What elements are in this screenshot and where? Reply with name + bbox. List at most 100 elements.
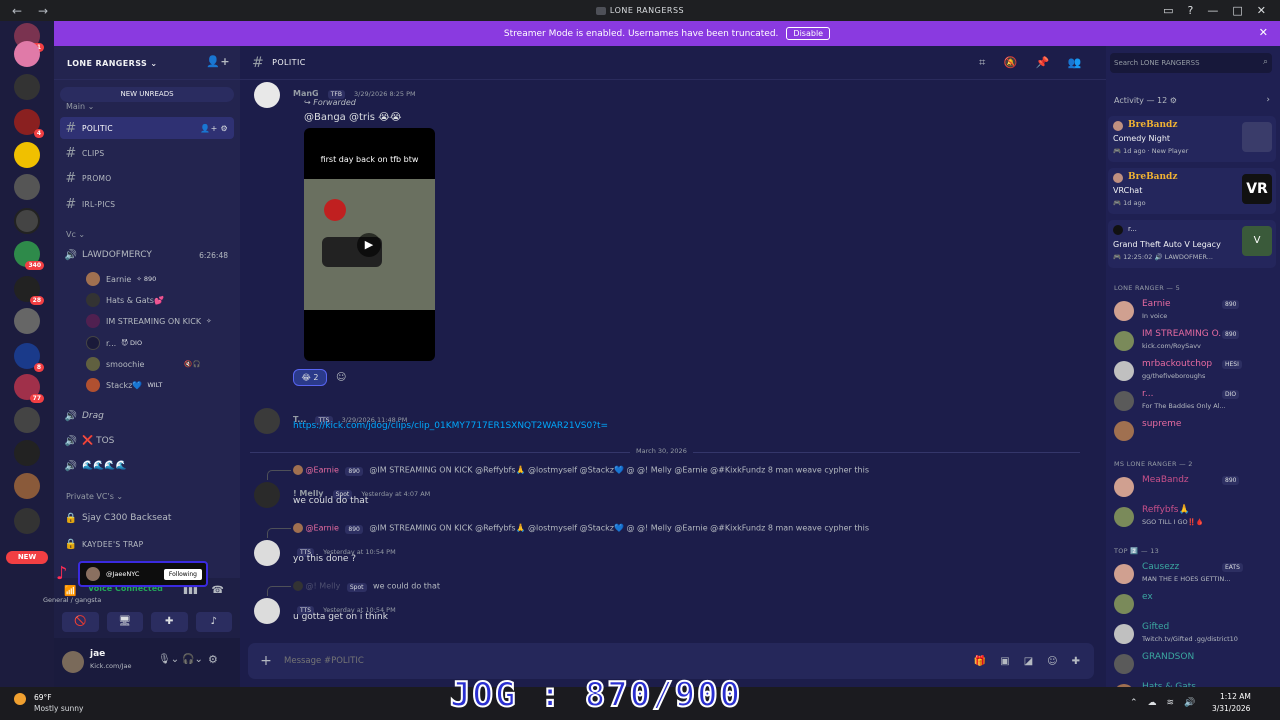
activities-icon[interactable]: ✚ [151,612,188,632]
threads-icon[interactable]: ⌗ [979,56,986,70]
channel-clips[interactable]: # CLIPS [60,142,234,164]
clock-time[interactable]: 1:12 AM [1220,692,1251,701]
disconnect-icon[interactable]: ☎ [212,585,224,596]
new-unreads-pill[interactable]: NEW [6,551,48,564]
member-row[interactable]: Causezz EATS MAN THE E HOES GETTIN... [1114,559,1278,589]
volume-icon[interactable]: 🔊 [1184,698,1195,708]
avatar[interactable] [254,598,280,624]
gift-icon[interactable]: 🎁 [974,656,986,667]
server-icon[interactable] [14,440,40,466]
reaction[interactable]: 😂 2 [293,369,327,386]
avatar[interactable] [254,408,280,434]
voice-user[interactable]: Stackz💙 WILT [86,376,162,394]
screen-share-icon[interactable]: 🖥 [106,612,143,632]
activity-card[interactable]: BreBandz VRChat 🎮 1d ago VR [1108,168,1276,214]
server-name[interactable]: LONE RANGERSS ⌄ [67,59,157,68]
maximize-icon[interactable]: □ [1232,4,1242,17]
search-input[interactable]: Search LONE RANGERSS ⌕ [1110,53,1272,73]
add-member-icon[interactable]: 👤+ [206,55,230,68]
play-icon[interactable]: ▶ [357,233,381,257]
private-channel[interactable]: 🔒 KAYDEE'S TRAP [60,534,234,554]
activity-card[interactable]: BreBandz Comedy Night 🎮 1d ago · New Pla… [1108,116,1276,162]
voice-user[interactable]: Earnie ✧ 890 [86,270,156,288]
member-row[interactable]: ex [1114,589,1278,619]
member-row[interactable]: mrbackoutchop HESI gg/thefiveboroughs [1114,356,1278,386]
headphones-icon[interactable]: 🎧⌄ [182,654,203,665]
new-unreads-bar[interactable]: NEW UNREADS [60,87,234,102]
server-icon[interactable]: 28 [14,276,44,305]
avatar[interactable] [254,540,280,566]
channel-promo[interactable]: # PROMO [60,167,234,189]
apps-icon[interactable]: ✚ [1072,656,1080,667]
member-row[interactable]: MeaBandz 890 [1114,472,1278,502]
member-row[interactable]: supreme [1114,416,1278,446]
voice-channel-lawdofmercy[interactable]: 🔊 LAWDOFMERCY 6:26:48 [60,245,234,265]
server-icon[interactable] [14,142,40,168]
reply-preview[interactable]: @Earnie 890 @IM STREAMING ON KICK @Reffy… [293,465,869,476]
voice-user[interactable]: IM STREAMING ON KICK ✧ [86,312,212,330]
close-icon[interactable]: ✕ [1259,26,1268,39]
voice-channel-waves[interactable]: 🔊 🌊🌊🌊🌊 [60,456,234,476]
channel-irl-pics[interactable]: # IRL-PICS [60,193,234,215]
server-icon[interactable] [14,407,40,433]
help-icon[interactable]: ? [1188,4,1194,17]
member-row[interactable]: Earnie 890 In voice [1114,296,1278,326]
notifications-muted-icon[interactable]: 🔕 [1004,56,1018,70]
pin-icon[interactable]: 📌 [1036,56,1050,70]
voice-user[interactable]: Hats & Gats💕 [86,291,169,309]
server-icon[interactable]: 8 [14,343,44,372]
activity-card[interactable]: r... Grand Theft Auto V Legacy 🎮 12:25:0… [1108,220,1276,268]
following-button[interactable]: Following [163,568,202,580]
settings-icon[interactable]: 👤+ ⚙ [200,124,228,133]
close-icon[interactable]: ✕ [1257,4,1266,17]
category-vc[interactable]: Vc ⌄ [66,230,85,239]
voice-channel-drag[interactable]: 🔊 Drag [60,406,234,426]
minimize-icon[interactable]: — [1207,4,1218,17]
chevron-right-icon[interactable]: › [1266,95,1270,105]
server-icon[interactable] [14,308,40,334]
add-attachment-icon[interactable]: + [248,653,284,669]
server-header[interactable]: LONE RANGERSS ⌄ 👤+ [54,46,240,80]
server-icon[interactable] [14,174,40,200]
weather-icon[interactable] [14,693,26,705]
reply-preview[interactable]: @Earnie 890 @IM STREAMING ON KICK @Reffy… [293,523,869,534]
avatar[interactable] [254,82,280,108]
member-row[interactable]: r... DIO For The Baddies Only Al... [1114,386,1278,416]
wifi-icon[interactable]: ≋ [1167,698,1175,708]
message-link[interactable]: https://kick.com/jdog/clips/clip_01KMY77… [293,421,608,431]
cloud-icon[interactable]: ☁ [1148,698,1157,708]
server-icon[interactable] [14,74,40,100]
voice-channel-tos[interactable]: 🔊 ❌ TOS [60,431,234,451]
emoji-icon[interactable]: ☺ [1047,656,1057,667]
message-composer[interactable]: + 🎁 ▣ ◪ ☺ ✚ [248,643,1094,679]
server-icon[interactable] [14,41,40,67]
author-name[interactable]: ManG [293,89,319,98]
category-main[interactable]: Main ⌄ [66,102,94,111]
camera-off-icon[interactable]: 🚫 [62,612,99,632]
channel-politic[interactable]: # POLITIC 👤+ ⚙ [60,117,234,139]
server-icon[interactable] [14,508,40,534]
member-row[interactable]: GRANDSON [1114,649,1278,679]
server-icon[interactable] [14,208,40,234]
server-icon[interactable] [14,473,40,499]
inbox-icon[interactable]: ▭ [1163,4,1173,17]
settings-icon[interactable]: ⚙ [208,653,218,666]
clock-date[interactable]: 3/31/2026 [1212,704,1250,713]
soundboard-icon[interactable]: ♪ [195,612,232,632]
video-embed[interactable]: first day back on tfb btw ▶ [304,128,435,361]
mic-icon[interactable]: 🎙⌄ [158,654,179,665]
noise-icon[interactable]: ▮▮▮ [183,586,198,596]
chevron-up-icon[interactable]: ⌃ [1130,698,1138,708]
member-row[interactable]: Reffybfs🙏 SGO TILL I GO‼️🩸 [1114,502,1278,532]
activity-header[interactable]: Activity — 12 ⚙ [1114,96,1177,105]
member-row[interactable]: IM STREAMING O... 890 kick.com/RoySavv [1114,326,1278,356]
server-icon[interactable]: 77 [14,374,44,403]
message-input[interactable] [284,656,884,666]
voice-sub[interactable]: General / gangsta [43,596,101,604]
search-icon[interactable]: ⌕ [1263,57,1268,67]
member-list-icon[interactable]: 👥 [1068,56,1082,70]
reply-preview[interactable]: @! Melly Spot we could do that [293,581,440,592]
voice-user[interactable]: r... 😈 DIO [86,334,142,352]
disable-button[interactable]: Disable [786,27,831,40]
gif-icon[interactable]: ▣ [1000,656,1009,667]
